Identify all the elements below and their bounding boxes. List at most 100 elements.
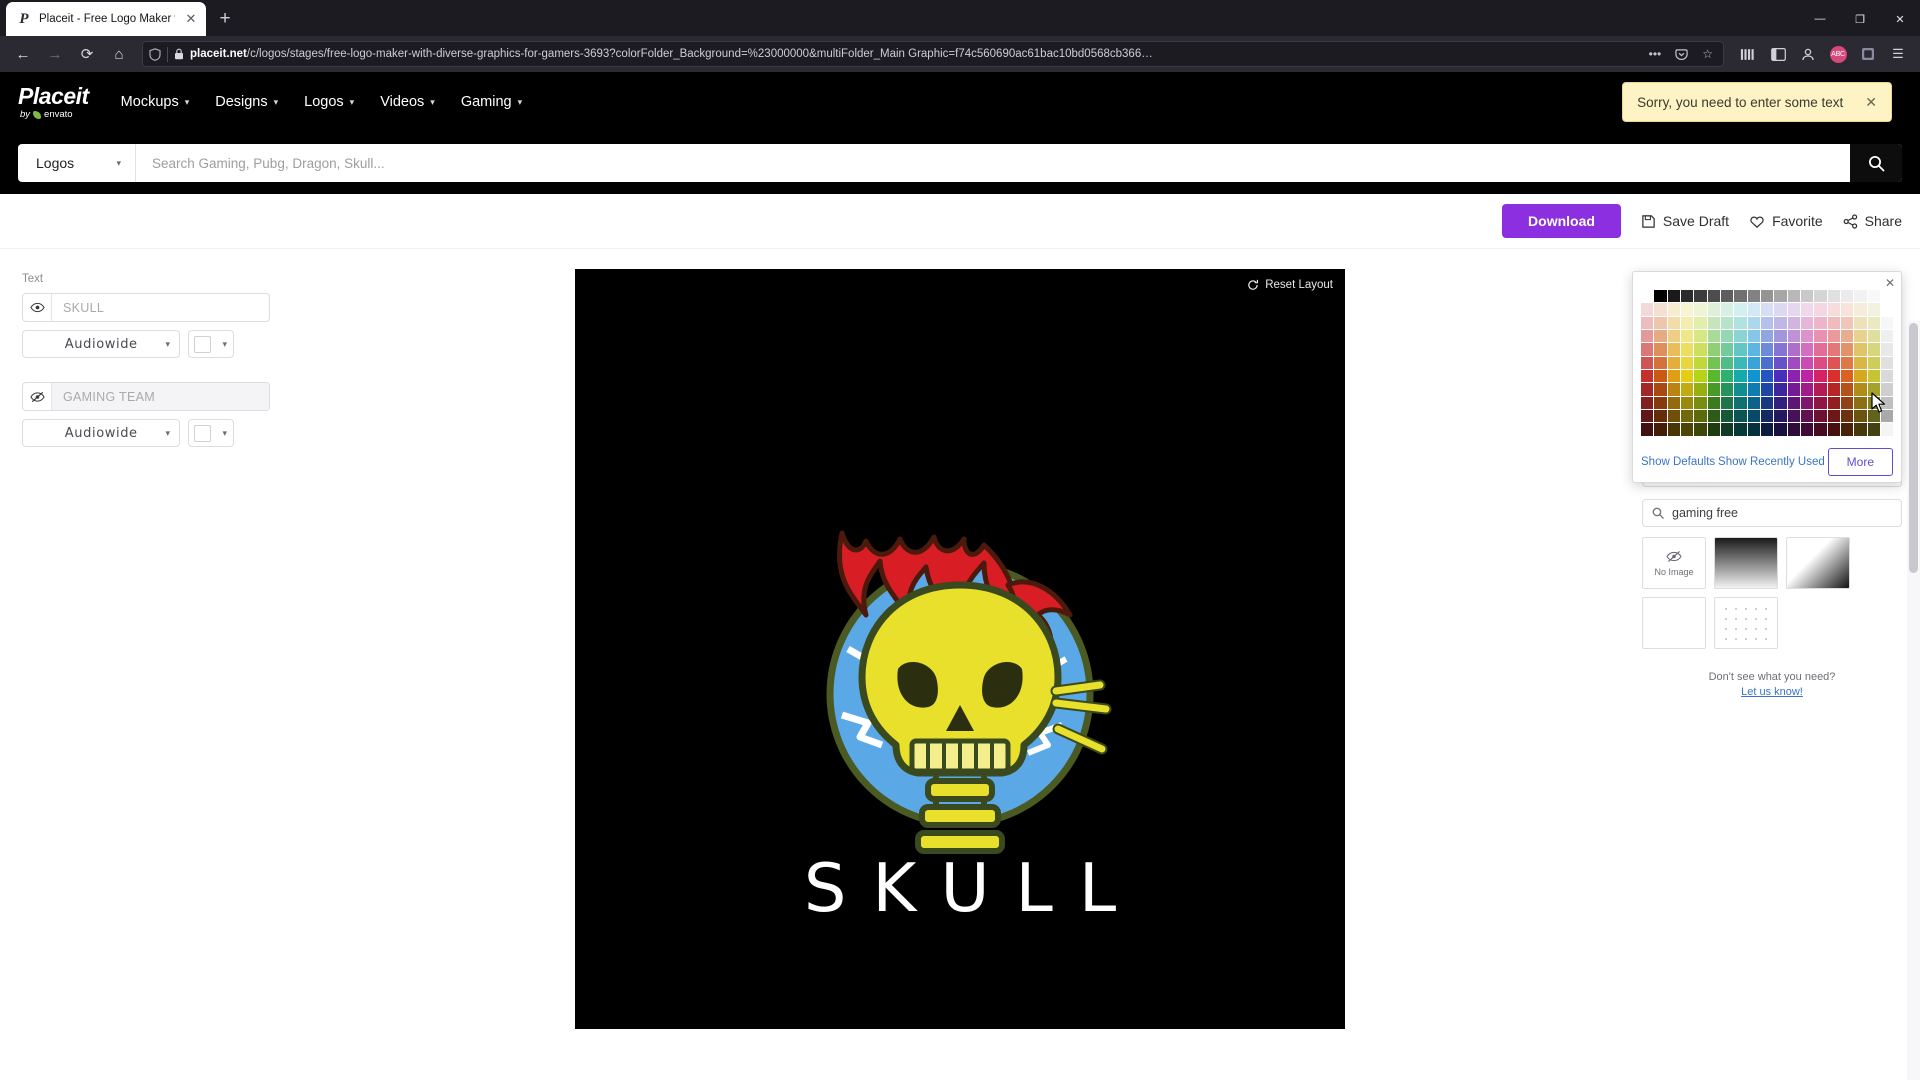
logo-canvas[interactable]: Reset Layout SKULL — [575, 269, 1345, 1029]
color-swatch-7-16[interactable] — [1854, 383, 1867, 396]
color-swatch-5-10[interactable] — [1774, 356, 1787, 369]
search-category-select[interactable]: Logos ▾ — [18, 144, 136, 182]
minimize-icon[interactable]: — — [1800, 2, 1840, 36]
color-swatch-9-14[interactable] — [1827, 409, 1840, 423]
color-swatch-4-15[interactable] — [1840, 343, 1854, 356]
color-swatch-5-6[interactable] — [1720, 356, 1734, 369]
color-swatch-10-3[interactable] — [1680, 423, 1694, 436]
color-swatch-8-4[interactable] — [1694, 396, 1707, 409]
color-swatch-10-14[interactable] — [1827, 423, 1840, 436]
color-swatch-0-16[interactable] — [1854, 290, 1867, 303]
color-swatch-1-9[interactable] — [1760, 303, 1774, 316]
color-swatch-7-6[interactable] — [1720, 383, 1734, 396]
color-swatch-7-0[interactable] — [1641, 383, 1654, 396]
color-swatch-4-11[interactable] — [1787, 343, 1800, 356]
color-swatch-3-0[interactable] — [1641, 329, 1654, 343]
bookmark-star-icon[interactable]: ☆ — [1698, 47, 1717, 61]
color-swatch-5-3[interactable] — [1680, 356, 1694, 369]
search-submit-button[interactable] — [1850, 144, 1902, 182]
color-swatch-3-18[interactable] — [1880, 329, 1894, 343]
color-swatch-10-16[interactable] — [1854, 423, 1867, 436]
color-swatch-1-17[interactable] — [1867, 303, 1880, 316]
color-swatch-0-5[interactable] — [1707, 290, 1720, 303]
color-swatch-7-12[interactable] — [1800, 383, 1814, 396]
color-swatch-4-3[interactable] — [1680, 343, 1694, 356]
color-swatch-7-4[interactable] — [1694, 383, 1707, 396]
color-swatch-7-15[interactable] — [1840, 383, 1854, 396]
color-swatch-0-12[interactable] — [1800, 290, 1814, 303]
color-swatch-6-18[interactable] — [1880, 369, 1894, 383]
color-swatch-2-2[interactable] — [1667, 316, 1680, 329]
share-button[interactable]: Share — [1843, 213, 1902, 229]
color-swatch-7-11[interactable] — [1787, 383, 1800, 396]
color-swatch-9-1[interactable] — [1654, 409, 1667, 423]
color-swatch-4-8[interactable] — [1747, 343, 1760, 356]
color-swatch-1-12[interactable] — [1800, 303, 1814, 316]
color-swatch-0-1[interactable] — [1654, 290, 1667, 303]
color-swatch-5-5[interactable] — [1707, 356, 1720, 369]
color-swatch-6-5[interactable] — [1707, 369, 1720, 383]
color-swatch-6-11[interactable] — [1787, 369, 1800, 383]
color-swatch-2-1[interactable] — [1654, 316, 1667, 329]
color-swatch-7-8[interactable] — [1747, 383, 1760, 396]
color-swatch-4-10[interactable] — [1774, 343, 1787, 356]
color-swatch-9-10[interactable] — [1774, 409, 1787, 423]
search-input[interactable]: Search Gaming, Pubg, Dragon, Skull... — [136, 156, 1850, 171]
color-swatch-4-5[interactable] — [1707, 343, 1720, 356]
color-swatch-8-8[interactable] — [1747, 396, 1760, 409]
color-swatch-8-7[interactable] — [1734, 396, 1747, 409]
color-swatch-3-2[interactable] — [1667, 329, 1680, 343]
color-swatch-3-9[interactable] — [1760, 329, 1774, 343]
address-bar[interactable]: placeit.net/c/logos/stages/free-logo-mak… — [142, 41, 1724, 67]
color-swatch-9-7[interactable] — [1734, 409, 1747, 423]
color-swatch-0-15[interactable] — [1840, 290, 1854, 303]
show-recently-used-link[interactable]: Show Recently Used — [1718, 456, 1825, 468]
color-swatch-8-12[interactable] — [1800, 396, 1814, 409]
color-swatch-2-15[interactable] — [1840, 316, 1854, 329]
color-swatch-0-8[interactable] — [1747, 290, 1760, 303]
window-close-icon[interactable]: ✕ — [1880, 2, 1920, 36]
color-swatch-8-15[interactable] — [1840, 396, 1854, 409]
color-swatch-5-12[interactable] — [1800, 356, 1814, 369]
color-swatch-4-13[interactable] — [1814, 343, 1827, 356]
color-swatch-0-10[interactable] — [1774, 290, 1787, 303]
color-swatch-10-6[interactable] — [1720, 423, 1734, 436]
color-swatch-10-11[interactable] — [1787, 423, 1800, 436]
color-swatch-5-9[interactable] — [1760, 356, 1774, 369]
color-swatch-1-0[interactable] — [1641, 303, 1654, 316]
color-swatch-9-15[interactable] — [1840, 409, 1854, 423]
favorite-button[interactable]: Favorite — [1749, 213, 1823, 229]
color-swatch-7-14[interactable] — [1827, 383, 1840, 396]
color-swatch-10-9[interactable] — [1760, 423, 1774, 436]
color-swatch-1-8[interactable] — [1747, 303, 1760, 316]
color-swatch-4-6[interactable] — [1720, 343, 1734, 356]
color-swatch-8-11[interactable] — [1787, 396, 1800, 409]
color-swatch-5-13[interactable] — [1814, 356, 1827, 369]
pocket-icon[interactable] — [1671, 48, 1692, 61]
download-button[interactable]: Download — [1502, 204, 1621, 238]
browser-tab[interactable]: P Placeit - Free Logo Maker with ✕ — [6, 2, 206, 36]
bg-option-no-image[interactable]: No Image — [1642, 537, 1706, 589]
color-swatch-1-13[interactable] — [1814, 303, 1827, 316]
color-swatch-5-1[interactable] — [1654, 356, 1667, 369]
color-swatch-3-17[interactable] — [1867, 329, 1880, 343]
color-swatch-8-10[interactable] — [1774, 396, 1787, 409]
home-icon[interactable]: ⌂ — [104, 40, 134, 68]
color-swatch-8-6[interactable] — [1720, 396, 1734, 409]
nav-item-mockups[interactable]: Mockups ▾ — [121, 94, 190, 110]
color-swatch-6-1[interactable] — [1654, 369, 1667, 383]
color-swatch-7-7[interactable] — [1734, 383, 1747, 396]
eye-off-icon[interactable] — [23, 383, 52, 410]
placeit-logo[interactable]: Placeit by envato — [18, 84, 89, 120]
color-swatch-1-18[interactable] — [1880, 303, 1894, 316]
color-swatch-10-2[interactable] — [1667, 423, 1680, 436]
color-swatch-6-10[interactable] — [1774, 369, 1787, 383]
color-swatch-1-4[interactable] — [1694, 303, 1707, 316]
color-swatch-6-2[interactable] — [1667, 369, 1680, 383]
color-swatch-4-18[interactable] — [1880, 343, 1894, 356]
color-swatch-8-9[interactable] — [1760, 396, 1774, 409]
bg-option-gradient-dark-light[interactable] — [1714, 537, 1778, 589]
color-swatch-8-0[interactable] — [1641, 396, 1654, 409]
new-tab-button[interactable]: + — [210, 4, 240, 34]
color-swatch-2-18[interactable] — [1880, 316, 1894, 329]
